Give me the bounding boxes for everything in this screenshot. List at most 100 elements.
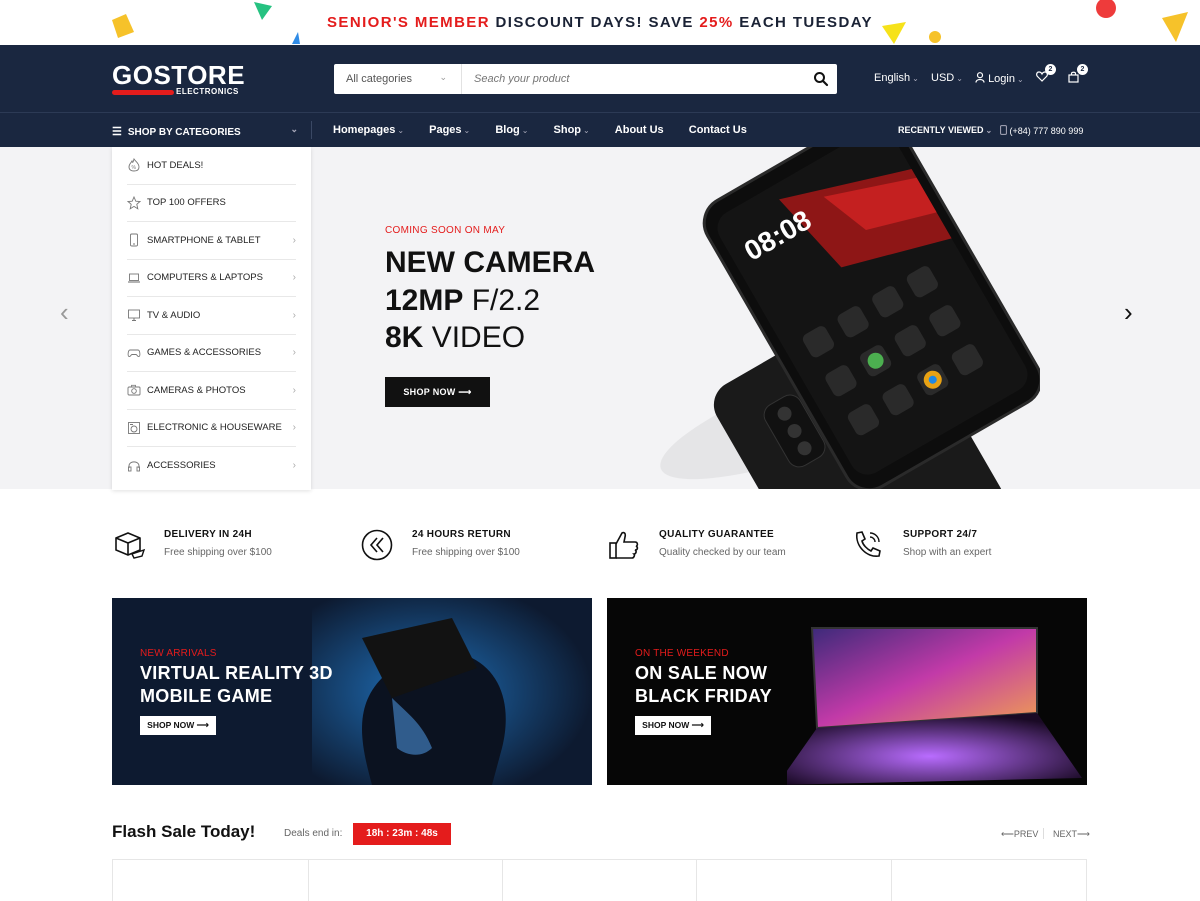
monitor-icon [128, 309, 140, 322]
nav-item-about-us[interactable]: About Us [615, 124, 664, 136]
feature-support: SUPPORT 24/7 Shop with an expert [851, 525, 1091, 565]
gamepad-icon [127, 349, 141, 357]
laptop-icon [128, 273, 140, 283]
hero-title-line3: 8K VIDEO [385, 321, 526, 354]
category-item-hot-deals[interactable]: % HOT DEALS! [127, 147, 296, 185]
product-card[interactable] [112, 860, 113, 901]
hero-shop-now-button[interactable]: SHOP NOW ⟶ [385, 377, 490, 407]
chevron-right-icon: › [292, 309, 296, 321]
chevron-right-icon: › [292, 347, 296, 359]
wishlist-count-badge: 2 [1045, 64, 1056, 75]
banner-shop-now-button[interactable]: SHOP NOW ⟶ [140, 716, 216, 735]
currency-select[interactable]: USD ⌄ [931, 72, 963, 84]
product-card[interactable] [502, 860, 503, 901]
deals-end-label: Deals end in: [284, 828, 343, 839]
phone-contact: (+84) 777 890 999 [1000, 125, 1083, 136]
main-nav: ☰ SHOP BY CATEGORIES ⌄ Homepages ⌄ Pages ⌄ … [0, 112, 1200, 147]
category-item-accessories[interactable]: ACCESSORIES › [127, 447, 296, 485]
hero-title-line2: 12MP F/2.2 [385, 284, 541, 317]
user-icon [975, 72, 985, 83]
delivery-box-icon [115, 532, 146, 559]
slider-next-arrow[interactable]: › [1124, 297, 1133, 328]
hero-smartphone-image: 08:08 [660, 147, 1040, 489]
confetti-decoration [292, 32, 300, 44]
category-item-smartphone-tablet[interactable]: SMARTPHONE & TABLET › [127, 222, 296, 260]
slider-prev-arrow[interactable]: ‹ [60, 297, 69, 328]
mobile-phone-icon [1000, 125, 1007, 135]
headphones-icon [128, 461, 140, 472]
promo-bar: SENIOR'S MEMBER DISCOUNT DAYS! SAVE 25% … [0, 0, 1200, 45]
product-grid [112, 859, 1087, 901]
nav-item-contact-us[interactable]: Contact Us [689, 124, 747, 136]
feature-quality: QUALITY GUARANTEE Quality checked by our … [607, 525, 847, 565]
search-icon[interactable] [813, 71, 829, 87]
chevron-down-icon: ⌄ [1016, 75, 1024, 84]
nav-item-blog[interactable]: Blog ⌄ [495, 124, 528, 136]
thumbs-up-icon [609, 531, 639, 559]
next-button[interactable]: NEXT⟶ [1053, 829, 1090, 840]
nav-item-pages[interactable]: Pages ⌄ [429, 124, 470, 136]
chevron-right-icon: › [292, 234, 296, 246]
banner-eyebrow: ON THE WEEKEND [635, 648, 729, 659]
search-category-select[interactable]: All categories ⌄ [334, 64, 462, 94]
smartphone-icon [130, 233, 138, 247]
hero-title-line1: NEW CAMERA [385, 246, 595, 279]
camera-icon [127, 385, 141, 396]
chevron-down-icon: ⌄ [290, 124, 298, 134]
product-card[interactable] [308, 860, 309, 901]
chevron-down-icon: ⌄ [956, 74, 963, 83]
category-item-games-accessories[interactable]: GAMES & ACCESSORIES › [127, 335, 296, 372]
countdown-timer: 18h : 23m : 48s [353, 823, 451, 845]
promo-banner-vr[interactable]: NEW ARRIVALS VIRTUAL REALITY 3D MOBILE GA… [112, 598, 592, 785]
hero-eyebrow: COMING SOON ON MAY [385, 225, 506, 236]
chevron-right-icon: › [292, 384, 296, 396]
svg-text:%: % [132, 165, 137, 171]
chevron-down-icon: ⌄ [439, 72, 447, 82]
feature-return: 24 HOURS RETURN Free shipping over $100 [360, 525, 600, 565]
product-card[interactable] [696, 860, 697, 901]
category-menu: % HOT DEALS! TOP 100 OFFERS SMARTPHONE &… [112, 147, 311, 490]
cart-button[interactable]: 2 [1068, 64, 1088, 86]
promo-text: SENIOR'S MEMBER DISCOUNT DAYS! SAVE 25% … [327, 14, 873, 31]
laptop-image [787, 627, 1082, 785]
star-icon [127, 195, 141, 210]
return-icon [361, 529, 393, 561]
primary-menu: Homepages ⌄ Pages ⌄ Blog ⌄ Shop ⌄ About Us C… [333, 124, 769, 136]
menu-icon: ☰ [112, 126, 122, 138]
chevron-right-icon: › [292, 422, 296, 434]
cart-count-badge: 2 [1077, 64, 1088, 75]
fire-percent-icon: % [128, 158, 140, 172]
grid-edge [1086, 860, 1087, 901]
category-item-tv-audio[interactable]: TV & AUDIO › [127, 297, 296, 335]
shop-by-categories-toggle[interactable]: ☰ SHOP BY CATEGORIES ⌄ [112, 113, 308, 147]
chevron-down-icon: ⌄ [912, 74, 919, 83]
banner-eyebrow: NEW ARRIVALS [140, 648, 217, 659]
banner-title: VIRTUAL REALITY 3D MOBILE GAME [140, 663, 333, 706]
vr-headset-person-image [312, 598, 592, 785]
confetti-decoration [929, 31, 941, 43]
language-select[interactable]: English ⌄ [874, 72, 919, 84]
recently-viewed-menu[interactable]: RECENTLY VIEWED ⌄ [898, 125, 992, 135]
chevron-right-icon: › [292, 272, 296, 284]
product-card[interactable] [891, 860, 892, 901]
banner-shop-now-button[interactable]: SHOP NOW ⟶ [635, 716, 711, 735]
search-bar: All categories ⌄ [334, 64, 837, 94]
category-item-top-100-offers[interactable]: TOP 100 OFFERS [127, 185, 296, 222]
feature-delivery: DELIVERY IN 24H Free shipping over $100 [112, 525, 352, 565]
login-link[interactable]: Login ⌄ [975, 72, 1024, 85]
category-item-cameras-photos[interactable]: CAMERAS & PHOTOS › [127, 372, 296, 410]
promo-banner-black-friday[interactable]: ON THE WEEKEND ON SALE NOW BLACK FRIDAY S… [607, 598, 1087, 785]
flash-sale-title: Flash Sale Today! [112, 822, 256, 841]
phone-support-icon [856, 531, 881, 557]
chevron-right-icon: › [292, 460, 296, 472]
appliance-icon [128, 421, 140, 434]
wishlist-button[interactable]: 2 [1036, 64, 1056, 85]
search-input[interactable] [462, 64, 802, 94]
prev-button[interactable]: ⟵PREV [1001, 829, 1038, 840]
site-logo[interactable]: GOSTORE ELECTRONICS [112, 62, 245, 96]
nav-item-shop[interactable]: Shop ⌄ [554, 124, 590, 136]
banner-title: ON SALE NOW BLACK FRIDAY [635, 663, 772, 706]
category-item-electronic-houseware[interactable]: ELECTRONIC & HOUSEWARE › [127, 410, 296, 447]
nav-item-homepages[interactable]: Homepages ⌄ [333, 124, 404, 136]
category-item-computers-laptops[interactable]: COMPUTERS & LAPTOPS › [127, 260, 296, 297]
